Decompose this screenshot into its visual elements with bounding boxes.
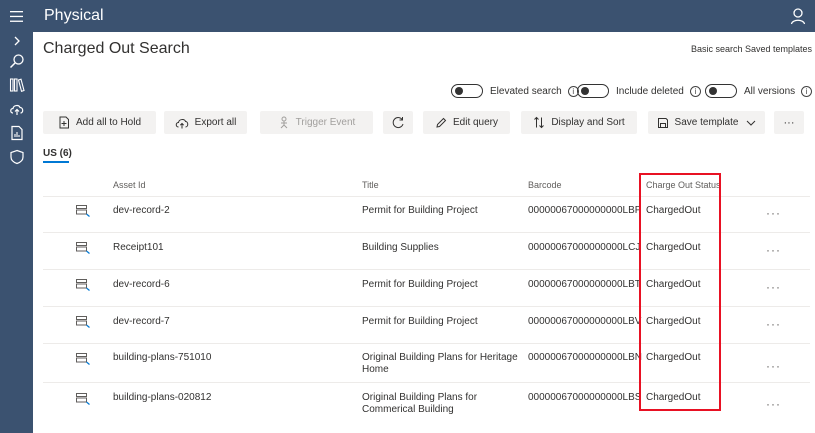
refresh-icon [392, 117, 403, 128]
top-bar: Physical [0, 0, 815, 32]
title-line-1: Building Supplies [362, 242, 439, 253]
row-more-button[interactable]: ··· [766, 397, 781, 411]
chevron-down-icon [747, 120, 756, 126]
title-line-1: Original Building Plans for Heritage [362, 352, 518, 363]
pencil-icon [436, 117, 447, 128]
asset-id-cell[interactable]: dev-record-7 [113, 316, 170, 328]
title-cell: Original Building Plans for Commerical Bu… [362, 392, 477, 416]
title-cell: Original Building Plans for Heritage Home [362, 352, 518, 376]
save-template-button[interactable]: Save template [648, 111, 765, 134]
export-all-button[interactable]: Export all [164, 111, 247, 134]
saved-templates-link[interactable]: Saved templates [745, 44, 812, 54]
cloud-upload-icon [175, 118, 188, 128]
shield-icon[interactable] [0, 145, 33, 169]
tab-us[interactable]: US (6) [43, 148, 72, 159]
asset-id-cell[interactable]: building-plans-751010 [113, 352, 211, 364]
cloud-upload-icon[interactable] [0, 97, 33, 121]
record-icon [76, 316, 90, 328]
elevated-search-label: Elevated search [490, 85, 562, 97]
title-line-1: Permit for Building Project [362, 205, 478, 216]
asset-id-cell[interactable]: dev-record-6 [113, 279, 170, 291]
more-actions-button[interactable]: ··· [774, 111, 804, 134]
trigger-event-label: Trigger Event [295, 117, 356, 128]
record-icon [76, 393, 90, 405]
barcode-cell: 00000067000000000LCJ [528, 242, 641, 253]
search-icon[interactable] [0, 49, 33, 73]
edit-query-label: Edit query [452, 117, 499, 128]
elevated-search-toggle[interactable] [451, 84, 483, 98]
asset-id-cell[interactable]: building-plans-020812 [113, 392, 211, 404]
column-header-title[interactable]: Title [362, 180, 379, 190]
asset-id-cell[interactable]: dev-record-2 [113, 205, 170, 217]
display-and-sort-label: Display and Sort [551, 117, 625, 128]
title-cell: Permit for Building Project [362, 279, 478, 291]
edit-query-button[interactable]: Edit query [423, 111, 510, 134]
hamburger-menu-icon[interactable] [0, 0, 33, 32]
column-header-asset-id[interactable]: Asset Id [113, 180, 146, 190]
record-icon [76, 205, 90, 217]
trigger-event-icon [280, 116, 288, 129]
title-cell: Permit for Building Project [362, 316, 478, 328]
status-column-highlight [639, 173, 721, 411]
refresh-button[interactable] [383, 111, 413, 134]
all-versions-label: All versions [744, 85, 796, 97]
barcode-cell: 00000067000000000LBV [528, 316, 642, 327]
row-more-button[interactable]: ··· [766, 359, 781, 373]
basic-search-link[interactable]: Basic search [691, 44, 743, 54]
add-all-to-hold-button[interactable]: Add all to Hold [43, 111, 156, 134]
row-more-button[interactable]: ··· [766, 317, 781, 331]
sort-icon [534, 116, 545, 129]
title-line-2: Home [362, 364, 389, 375]
title-line-1: Permit for Building Project [362, 279, 478, 290]
page-title: Charged Out Search [43, 40, 190, 57]
record-icon [76, 353, 90, 365]
barcode-cell: 00000067000000000LBT [528, 279, 641, 290]
add-document-icon [59, 116, 69, 129]
display-and-sort-button[interactable]: Display and Sort [521, 111, 637, 134]
title-line-1: Original Building Plans for [362, 392, 478, 403]
left-nav-rail [0, 32, 33, 433]
include-deleted-toggle[interactable] [577, 84, 609, 98]
save-template-label: Save template [674, 117, 739, 128]
asset-id-cell[interactable]: Receipt101 [113, 242, 164, 254]
all-versions-toggle-group: All versions i [705, 83, 813, 99]
document-chart-icon[interactable] [0, 121, 33, 145]
title-cell: Building Supplies [362, 242, 439, 254]
title-line-2: Commerical Building [362, 404, 454, 415]
barcode-cell: 00000067000000000LBN [528, 352, 642, 363]
row-more-button[interactable]: ··· [766, 280, 781, 294]
save-icon [657, 117, 668, 128]
include-deleted-toggle-group: Include deleted i [577, 83, 701, 99]
export-all-label: Export all [194, 117, 237, 128]
app-title: Physical [44, 7, 104, 24]
trigger-event-button[interactable]: Trigger Event [260, 111, 373, 134]
include-deleted-label: Include deleted [616, 85, 684, 97]
info-icon[interactable]: i [689, 85, 701, 97]
row-more-button[interactable]: ··· [766, 243, 781, 257]
tab-selected-indicator [43, 161, 69, 163]
info-icon[interactable]: i [801, 85, 813, 97]
elevated-search-toggle-group: Elevated search i [451, 83, 579, 99]
record-icon [76, 279, 90, 291]
barcode-cell: 00000067000000000LBP [528, 205, 642, 216]
user-icon[interactable] [789, 7, 807, 25]
record-icon [76, 242, 90, 254]
column-header-barcode[interactable]: Barcode [528, 180, 562, 190]
title-line-1: Permit for Building Project [362, 316, 478, 327]
add-all-to-hold-label: Add all to Hold [75, 117, 142, 128]
library-icon[interactable] [0, 73, 33, 97]
title-cell: Permit for Building Project [362, 205, 478, 217]
all-versions-toggle[interactable] [705, 84, 737, 98]
barcode-cell: 00000067000000000LBS [528, 392, 642, 403]
row-more-button[interactable]: ··· [766, 206, 781, 220]
